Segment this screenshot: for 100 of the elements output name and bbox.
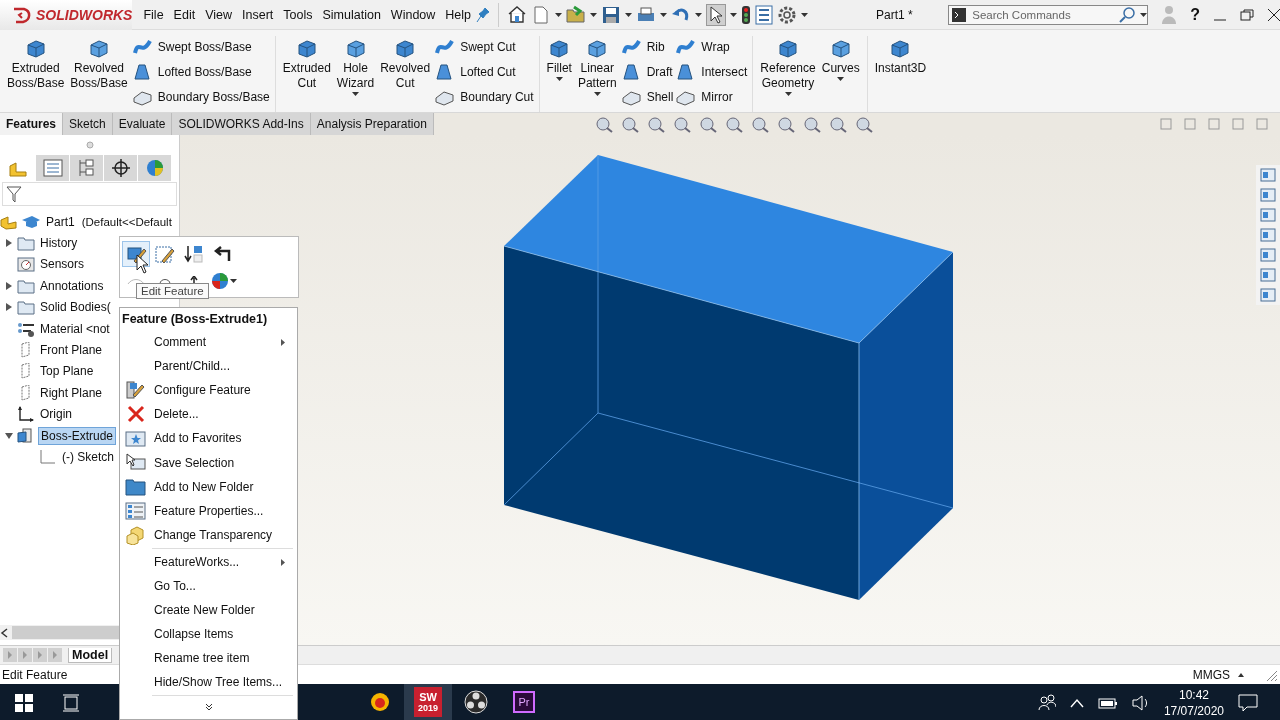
rollback-icon[interactable] [183, 244, 205, 264]
scroll-left-icon[interactable] [0, 627, 8, 638]
ribbon-tab[interactable]: Evaluate [112, 113, 173, 135]
hide-icon[interactable] [126, 276, 146, 286]
tree-item[interactable]: Part1 [44, 213, 77, 230]
expand-menu-icon[interactable] [204, 703, 213, 712]
command-button[interactable]: Shell [620, 86, 674, 108]
menu-item[interactable]: Insert [237, 7, 279, 22]
taskbar-app[interactable]: SW 2019 [404, 684, 452, 720]
volume-icon[interactable] [1131, 695, 1150, 711]
tree-item[interactable]: History [38, 235, 80, 252]
command-button[interactable]: Draft [620, 61, 674, 83]
menu-item[interactable]: Collapse Items [120, 622, 297, 647]
expand-arrow-icon[interactable] [6, 281, 12, 290]
command-button[interactable]: Curves [819, 36, 862, 83]
command-button[interactable]: Instant3D [872, 36, 929, 78]
crosshair-icon[interactable] [110, 158, 131, 178]
command-button[interactable]: Swept Boss/Base [131, 36, 270, 58]
tree-item[interactable]: Top Plane [38, 363, 96, 380]
expand-arrow-icon[interactable] [6, 239, 12, 248]
people-icon[interactable] [1037, 694, 1056, 712]
scrollbar-thumb[interactable] [12, 626, 122, 639]
notification-icon[interactable] [1238, 694, 1258, 712]
back-arrow-icon[interactable] [213, 245, 233, 263]
tree-item[interactable]: Boss-Extrude [38, 426, 117, 445]
pin-icon[interactable] [476, 6, 491, 23]
menu-item[interactable]: Window [385, 7, 441, 22]
command-button[interactable]: Boundary Cut [434, 86, 534, 108]
menu-item[interactable]: Save Selection [120, 450, 297, 475]
tree-item[interactable]: Front Plane [38, 342, 105, 359]
ribbon-tab[interactable]: SOLIDWORKS Add-Ins [172, 113, 311, 135]
command-button[interactable]: Extruded Cut [280, 36, 333, 93]
model-tab[interactable]: Model [68, 647, 113, 663]
menu-item[interactable]: Help [440, 7, 477, 22]
tree-item[interactable]: Annotations [38, 277, 106, 294]
edit-sketch-icon[interactable] [154, 244, 176, 264]
expand-arrow-icon[interactable] [6, 303, 12, 312]
command-button[interactable]: Lofted Boss/Base [131, 61, 270, 83]
menu-item[interactable]: FeatureWorks... [120, 549, 297, 574]
tree-item[interactable]: Right Plane [38, 384, 105, 401]
menu-item[interactable]: Go To... [120, 573, 297, 599]
command-button[interactable]: Boundary Boss/Base [131, 86, 270, 108]
command-button[interactable]: Swept Cut [434, 36, 534, 58]
menu-item[interactable]: Add to New Folder [120, 474, 297, 499]
menu-item[interactable]: Configure Feature [120, 378, 297, 403]
tree-item[interactable]: Material <not [38, 320, 112, 337]
search-field[interactable]: Search Commands [970, 7, 1115, 22]
menu-item[interactable]: View [200, 7, 238, 22]
tree-item[interactable]: (-) Sketch [60, 449, 116, 465]
filter-icon[interactable] [6, 185, 22, 203]
property-manager-icon[interactable] [42, 159, 63, 177]
menu-item[interactable]: Create New Folder [120, 598, 297, 623]
menu-item[interactable]: Feature Properties... [120, 498, 297, 523]
units-label[interactable]: MMGS [1192, 667, 1230, 682]
command-button[interactable]: Wrap [675, 36, 748, 58]
command-button[interactable]: Linear Pattern [575, 36, 619, 98]
ribbon-tab[interactable]: Sketch [63, 113, 113, 135]
taskbar-app[interactable]: Pr [500, 684, 548, 720]
tree-item[interactable]: Sensors [38, 256, 87, 273]
splitter-handle-icon[interactable] [85, 141, 94, 149]
settings-icon[interactable] [777, 4, 798, 25]
clock-date[interactable]: 17/07/2020 [1163, 703, 1224, 719]
battery-icon[interactable] [1097, 696, 1118, 710]
equation-icon[interactable] [157, 276, 173, 286]
task-view-icon[interactable] [63, 694, 81, 712]
zoom-area-icon[interactable] [619, 115, 640, 133]
command-button[interactable]: Rib [620, 36, 674, 58]
arrow-up-icon[interactable] [190, 276, 198, 286]
windows-start-icon[interactable] [15, 694, 33, 712]
chevron-up-icon[interactable] [1069, 698, 1084, 708]
open-folder-icon[interactable] [566, 4, 587, 25]
collapse-arrow-icon[interactable] [5, 432, 13, 439]
menu-item[interactable]: Delete... [120, 402, 297, 427]
ribbon-tab[interactable]: Features [0, 113, 64, 135]
menu-item[interactable]: Hide/Show Tree Items... [120, 670, 297, 695]
menu-item[interactable]: Tools [278, 7, 318, 22]
tree-item[interactable]: Origin [38, 406, 74, 423]
menu-item[interactable]: Simulation [317, 7, 386, 22]
menu-item[interactable]: Rename tree item [120, 646, 297, 671]
tree-item[interactable]: Solid Bodies( [38, 299, 113, 316]
zoom-to-fit-icon[interactable] [593, 115, 614, 133]
menu-item[interactable]: Edit [168, 7, 201, 22]
command-button[interactable]: Extruded Boss/Base [5, 36, 67, 93]
command-button[interactable]: Mirror [675, 86, 748, 108]
menu-item[interactable]: Add to Favorites [120, 426, 297, 451]
help-button[interactable]: ? [1190, 5, 1200, 24]
menu-item[interactable]: Change Transparency [120, 522, 297, 547]
configuration-manager-icon[interactable] [76, 159, 97, 177]
command-button[interactable]: Reference Geometry [758, 36, 818, 98]
command-button[interactable]: Lofted Cut [434, 61, 534, 83]
menu-item[interactable]: Comment [120, 330, 297, 355]
save-icon[interactable] [601, 4, 622, 25]
command-button[interactable]: Hole Wizard [334, 36, 377, 98]
command-button[interactable]: Revolved Cut [378, 36, 433, 93]
command-button[interactable]: Fillet [544, 36, 574, 83]
clock-time[interactable]: 10:42 [1178, 687, 1209, 703]
command-button[interactable]: Revolved Boss/Base [68, 36, 130, 93]
ribbon-tab[interactable]: Analysis Preparation [310, 113, 434, 135]
search-bar[interactable]: Search Commands [948, 4, 1149, 25]
command-button[interactable]: Intersect [675, 61, 748, 83]
